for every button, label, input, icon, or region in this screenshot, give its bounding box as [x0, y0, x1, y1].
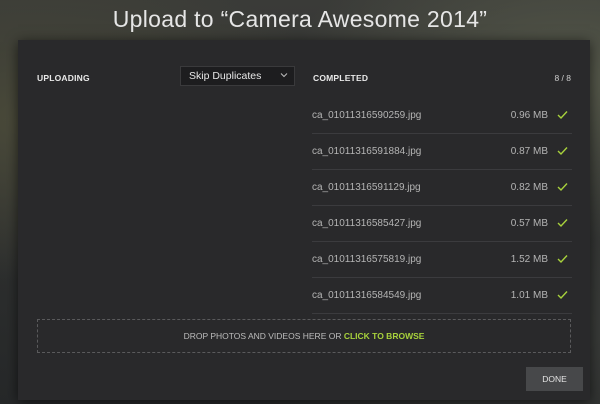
- check-icon: [557, 111, 568, 120]
- duplicate-select[interactable]: Skip Duplicates: [180, 66, 295, 86]
- check-icon: [557, 183, 568, 192]
- file-name: ca_01011316590259.jpg: [312, 110, 422, 121]
- file-name: ca_01011316591884.jpg: [312, 146, 422, 157]
- file-name: ca_01011316591129.jpg: [312, 182, 421, 193]
- file-size: 1.01 MB: [510, 290, 548, 301]
- list-item: ca_01011316585427.jpg 0.57 MB: [312, 206, 572, 242]
- file-size: 0.87 MB: [510, 146, 548, 157]
- drop-zone[interactable]: DROP PHOTOS AND VIDEOS HERE OR CLICK TO …: [37, 319, 571, 353]
- browse-link[interactable]: CLICK TO BROWSE: [344, 331, 425, 341]
- check-icon: [557, 255, 568, 264]
- chevron-down-icon: [280, 73, 288, 78]
- check-icon: [557, 147, 568, 156]
- list-item: ca_01011316584549.jpg 1.01 MB: [312, 278, 572, 314]
- file-name: ca_01011316585427.jpg: [312, 218, 422, 229]
- check-icon: [557, 219, 568, 228]
- list-item: ca_01011316591129.jpg 0.82 MB: [312, 170, 572, 206]
- uploading-heading: UPLOADING: [37, 73, 90, 83]
- drop-zone-text: DROP PHOTOS AND VIDEOS HERE OR: [183, 331, 344, 341]
- done-button[interactable]: DONE: [526, 367, 583, 391]
- list-item: ca_01011316575819.jpg 1.52 MB: [312, 242, 572, 278]
- file-name: ca_01011316575819.jpg: [312, 254, 422, 265]
- page-title: Upload to “Camera Awesome 2014”: [112, 6, 488, 32]
- check-icon: [557, 291, 568, 300]
- file-size: 0.57 MB: [510, 218, 548, 229]
- upload-dialog: UPLOADING Skip Duplicates COMPLETED 8 / …: [18, 40, 590, 400]
- file-size: 0.96 MB: [510, 110, 548, 121]
- completed-file-list: ca_01011316590259.jpg 0.96 MB ca_0101131…: [312, 98, 572, 314]
- list-item: ca_01011316590259.jpg 0.96 MB: [312, 98, 572, 134]
- file-size: 1.52 MB: [510, 254, 548, 265]
- duplicate-select-value: Skip Duplicates: [189, 70, 262, 82]
- list-item: ca_01011316591884.jpg 0.87 MB: [312, 134, 572, 170]
- completed-count: 8 / 8: [554, 73, 571, 83]
- file-name: ca_01011316584549.jpg: [312, 290, 422, 301]
- file-size: 0.82 MB: [510, 182, 548, 193]
- completed-heading: COMPLETED: [313, 73, 369, 83]
